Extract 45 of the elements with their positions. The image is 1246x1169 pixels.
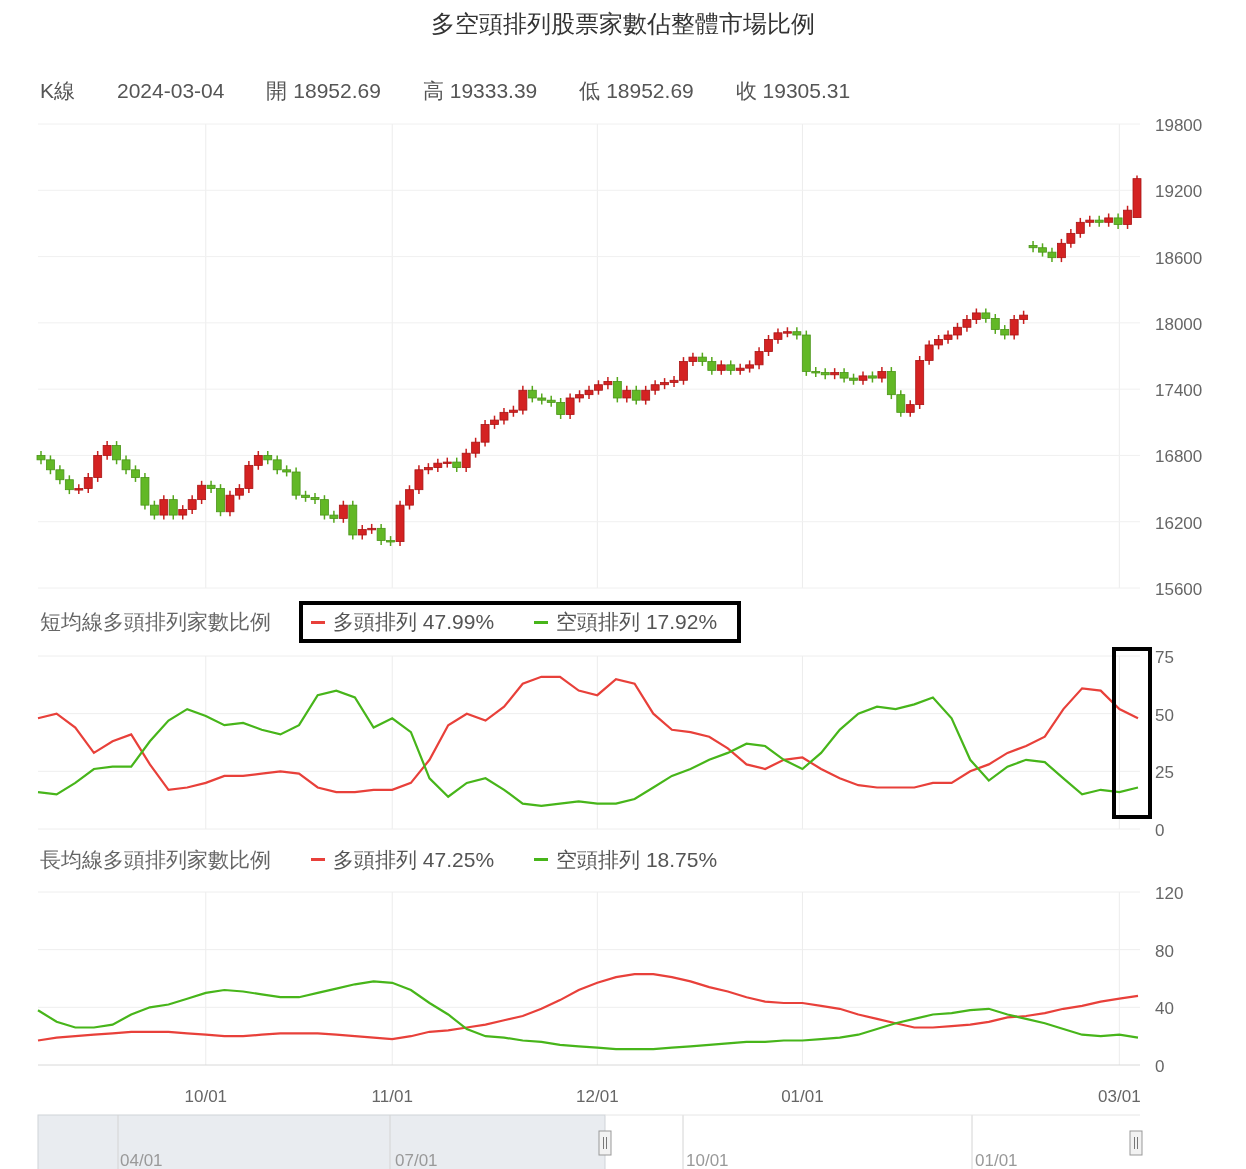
panel-title: 短均線多頭排列家數比例 [40,609,271,635]
candlestick [168,494,178,521]
legend-label[interactable]: 多頭排列 47.99% [333,608,495,636]
axis-label: 25 [1155,763,1174,783]
axis-label: 80 [1155,941,1174,961]
axis-label: 19800 [1155,116,1203,135]
axis-label: 03/01 [1098,1087,1141,1106]
candlestick [631,385,641,406]
navigator-label: 10/01 [686,1151,729,1169]
navigator-label: 07/01 [395,1151,438,1169]
navigator-label: 01/01 [975,1151,1018,1169]
quote-value: 低 18952.69 [579,78,694,104]
axis-label: 17400 [1155,381,1203,401]
axis-label: 40 [1155,999,1174,1019]
axis-label: 15600 [1155,580,1203,599]
axis-label: 19200 [1155,182,1203,202]
quote-value: 高 19333.39 [422,78,538,104]
legend-label[interactable]: 多頭排列 47.25% [333,845,495,874]
candlestick [159,494,169,521]
candlestick [338,499,348,524]
axis-label: 10/01 [184,1087,228,1106]
axis-label: 0 [1155,1057,1165,1076]
axis-label: 18600 [1155,248,1203,268]
axis-label: 01/01 [781,1087,824,1106]
panel-title: 長均線多頭排列家數比例 [40,846,271,873]
axis-label: 75 [1155,648,1174,667]
candlestick [612,376,622,404]
axis-label: 16800 [1155,447,1203,467]
quote-value: 收 19305.31 [735,78,851,104]
axis-label: 0 [1155,821,1165,839]
chart-title: 多空頭排列股票家數佔整體市場比例 [430,9,816,39]
drag-handle-icon[interactable] [598,1130,612,1156]
quote-date: 2024-03-04 [117,79,225,103]
axis-label: 50 [1155,705,1174,725]
navigator-label: 04/01 [120,1151,163,1169]
quote-value: 開 18952.69 [266,78,381,104]
drag-handle-icon[interactable] [1129,1130,1143,1156]
axis-label: 16200 [1155,513,1203,533]
axis-label: 11/01 [371,1087,413,1106]
axis-label: 12/01 [576,1087,619,1106]
quote-label: K線 [40,78,75,104]
legend-label[interactable]: 空頭排列 18.75% [556,845,718,874]
axis-label: 18000 [1155,314,1203,334]
legend-label[interactable]: 空頭排列 17.92% [556,608,718,636]
axis-label: 120 [1155,884,1184,903]
